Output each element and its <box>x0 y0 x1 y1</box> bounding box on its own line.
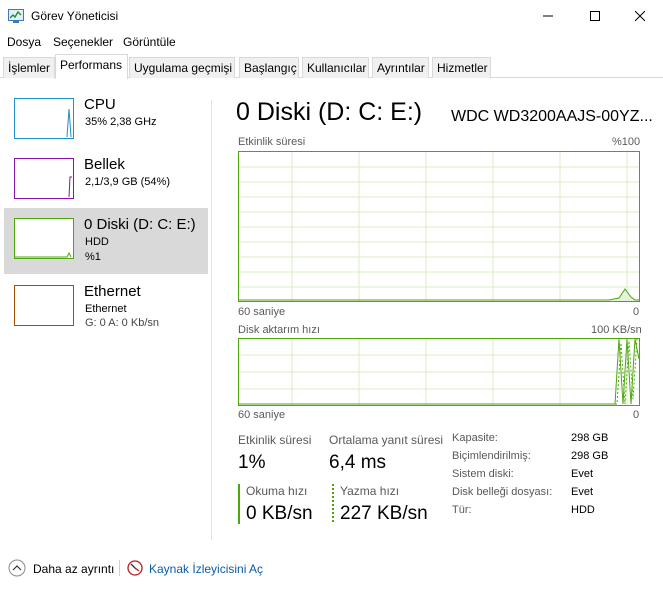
tab-performance[interactable]: Performans <box>55 54 128 79</box>
transfer-graph-min: 0 <box>633 409 640 421</box>
activity-graph-min: 0 <box>633 306 640 318</box>
property-value: HDD <box>571 504 595 516</box>
transfer-graph <box>238 338 640 406</box>
chevron-up-icon[interactable] <box>8 559 26 577</box>
property-value: 298 GB <box>571 450 609 462</box>
memory-thumbnail-graph <box>14 158 74 199</box>
property-label: Biçimlendirilmiş: <box>452 450 531 462</box>
sidebar-item-detail: HDD <box>85 236 109 248</box>
property-row: Disk belleği dosyası: Evet <box>452 486 632 504</box>
page-title: 0 Diski (D: C: E:) <box>236 98 423 126</box>
sidebar-item-label: Bellek <box>84 156 125 173</box>
maximize-button[interactable] <box>572 0 618 32</box>
sidebar-item-cpu[interactable]: CPU 35% 2,38 GHz <box>4 92 208 158</box>
activity-graph-time-span: 60 saniye <box>238 306 286 318</box>
sidebar-item-ethernet[interactable]: Ethernet Ethernet G: 0 A: 0 Kb/sn <box>4 279 208 345</box>
property-label: Kapasite: <box>452 432 498 444</box>
property-label: Sistem diski: <box>452 468 514 480</box>
property-label: Tür: <box>452 504 472 516</box>
property-row: Sistem diski: Evet <box>452 468 632 486</box>
property-value: 298 GB <box>571 432 609 444</box>
sidebar-item-throughput: G: 0 A: 0 Kb/sn <box>85 317 159 329</box>
activity-stat-value: 1% <box>238 452 266 473</box>
menu-view[interactable]: Görüntüle <box>123 35 176 49</box>
write-stat-value: 227 KB/sn <box>340 503 428 524</box>
tab-strip: İşlemler Performans Uygulama geçmişi Baş… <box>0 54 663 79</box>
ethernet-thumbnail-graph <box>14 285 74 326</box>
window-title: Görev Yöneticisi <box>31 9 119 23</box>
sidebar-item-label: CPU <box>84 96 116 113</box>
tab-details[interactable]: Ayrıntılar <box>372 57 429 78</box>
sidebar-divider <box>211 100 212 540</box>
activity-stat-label: Etkinlik süresi <box>238 433 312 447</box>
property-value: Evet <box>571 468 594 480</box>
sidebar-item-usage: %1 <box>85 251 101 263</box>
footer-separator <box>119 560 120 576</box>
sidebar-item-disk[interactable]: 0 Diski (D: C: E:) HDD %1 <box>4 208 208 274</box>
response-stat-label: Ortalama yanıt süresi <box>329 433 444 447</box>
transfer-graph-time-span: 60 saniye <box>238 409 286 421</box>
sidebar-item-label: Ethernet <box>84 283 141 300</box>
property-row: Kapasite: 298 GB <box>452 432 632 450</box>
read-stat-value: 0 KB/sn <box>246 503 313 524</box>
disk-model: WDC WD3200AAJS-00YZ... <box>451 108 653 125</box>
disk-thumbnail-graph <box>14 218 74 259</box>
tab-users[interactable]: Kullanıcılar <box>302 57 369 78</box>
activity-graph <box>238 151 640 302</box>
task-manager-icon <box>8 9 24 23</box>
tab-app-history[interactable]: Uygulama geçmişi <box>129 57 235 78</box>
tab-startup[interactable]: Başlangıç <box>239 57 299 78</box>
read-stat-label: Okuma hızı <box>246 484 308 498</box>
footer-bar: Daha az ayrıntı Kaynak İzleyicisini Aç <box>0 555 663 581</box>
resource-monitor-icon[interactable] <box>127 560 143 576</box>
property-label: Disk belleği dosyası: <box>452 486 553 498</box>
close-icon <box>635 11 645 21</box>
write-stat-label: Yazma hızı <box>340 484 400 498</box>
maximize-icon <box>590 11 600 21</box>
minimize-button[interactable] <box>525 0 571 32</box>
activity-graph-max: %100 <box>612 136 641 148</box>
property-value: Evet <box>571 486 594 498</box>
read-speed-indicator <box>238 484 240 524</box>
transfer-graph-plot <box>239 339 639 405</box>
cpu-thumbnail-graph <box>14 98 74 139</box>
transfer-graph-max: 100 KB/sn <box>591 324 642 336</box>
activity-graph-label: Etkinlik süresi <box>238 136 306 148</box>
sidebar-item-detail: Ethernet <box>85 303 127 315</box>
property-row: Biçimlendirilmiş: 298 GB <box>452 450 632 468</box>
open-resource-monitor-link[interactable]: Kaynak İzleyicisini Aç <box>149 562 263 576</box>
menu-options[interactable]: Seçenekler <box>53 35 113 49</box>
close-button[interactable] <box>617 0 663 32</box>
write-speed-indicator <box>332 484 334 524</box>
activity-graph-plot <box>239 152 639 301</box>
minimize-icon <box>543 15 553 17</box>
sidebar-item-detail: 35% 2,38 GHz <box>85 116 157 128</box>
tab-services[interactable]: Hizmetler <box>432 57 491 78</box>
property-row: Tür: HDD <box>452 504 632 522</box>
title-bar[interactable]: Görev Yöneticisi <box>0 0 663 32</box>
sidebar-item-label: 0 Diski (D: C: E:) <box>84 216 196 233</box>
menu-file[interactable]: Dosya <box>7 35 41 49</box>
fewer-details-button[interactable]: Daha az ayrıntı <box>33 562 114 576</box>
tab-processes[interactable]: İşlemler <box>3 57 55 78</box>
response-stat-value: 6,4 ms <box>329 452 387 473</box>
menu-bar: Dosya Seçenekler Görüntüle <box>0 32 663 52</box>
transfer-graph-label: Disk aktarım hızı <box>238 324 320 336</box>
sidebar-item-detail: 2,1/3,9 GB (54%) <box>85 176 170 188</box>
